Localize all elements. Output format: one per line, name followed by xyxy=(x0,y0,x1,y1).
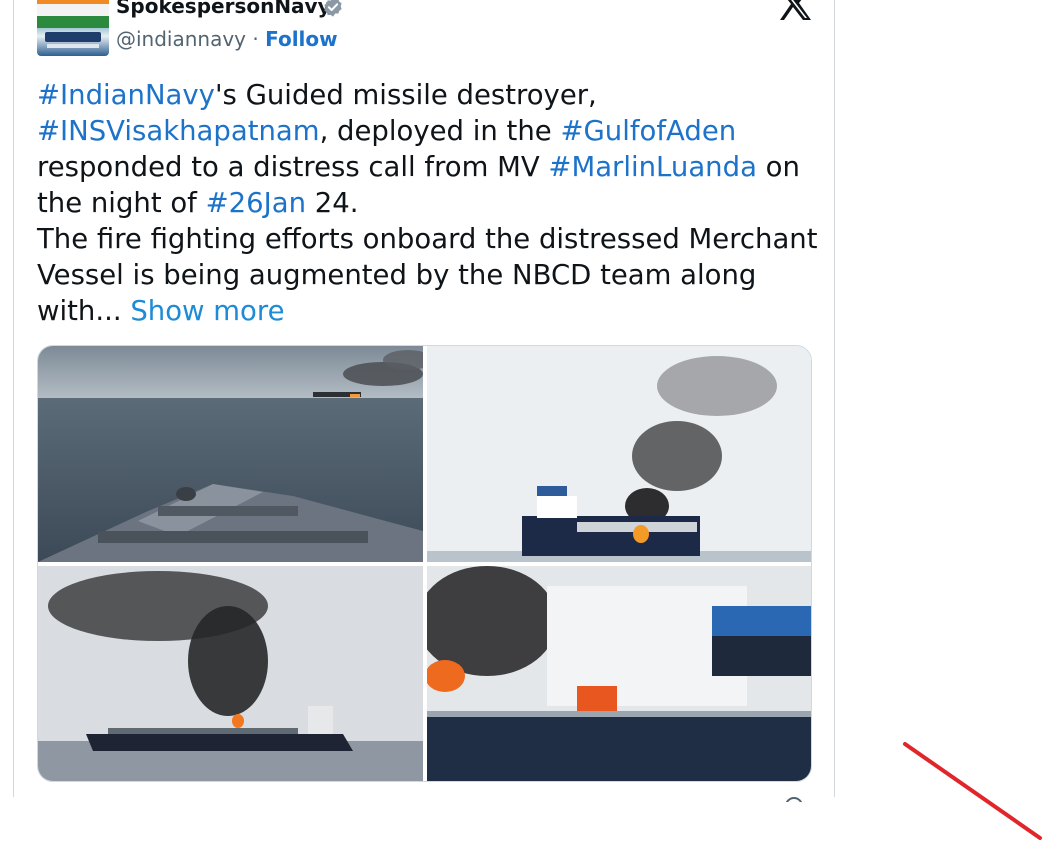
tweet-text-segment: the night of xyxy=(37,187,206,219)
follow-button[interactable]: Follow xyxy=(265,27,338,51)
hashtag-link[interactable]: #IndianNavy xyxy=(37,79,215,111)
screenshot-page: SpokespersonNavy @indiannavy · Follow #I… xyxy=(0,0,1043,842)
hashtag-link[interactable]: #INSVisakhapatnam xyxy=(37,115,320,147)
handle-separator: · xyxy=(246,27,266,51)
tweet-line: Vessel is being augmented by the NBCD te… xyxy=(37,257,817,293)
avatar-ship-icon xyxy=(45,32,101,42)
verified-badge-icon xyxy=(324,0,342,17)
media-grid xyxy=(37,345,812,782)
author-avatar[interactable] xyxy=(37,0,109,56)
author-handle-line: @indiannavy · Follow xyxy=(116,27,338,51)
author-display-name[interactable]: SpokespersonNavy xyxy=(116,0,331,18)
tweet-text-segment: , deployed in the xyxy=(319,115,561,147)
photo-tanker-fire-wide[interactable] xyxy=(38,566,423,781)
avatar-caption xyxy=(47,44,99,48)
tweet-text: #IndianNavy's Guided missile destroyer, … xyxy=(37,77,818,329)
show-more-link[interactable]: Show more xyxy=(130,295,284,327)
photo-ship-bow-distant-smoke[interactable] xyxy=(38,346,423,562)
tweet-last-line: with... Show more xyxy=(37,293,817,329)
hashtag-link[interactable]: #26Jan xyxy=(206,187,306,219)
hashtag-link[interactable]: #MarlinLuanda xyxy=(548,151,757,183)
tweet-text-segment: The fire fighting efforts onboard the di… xyxy=(37,223,818,255)
tweet-line: the night of #26Jan 24. xyxy=(37,185,817,221)
tweet-line: The fire fighting efforts onboard the di… xyxy=(37,221,818,257)
x-logo-icon[interactable] xyxy=(778,0,812,20)
grok-icon-partial xyxy=(785,797,803,802)
tweet-truncated-text: with... xyxy=(37,295,131,327)
tweet-text-segment: 's Guided missile destroyer, xyxy=(214,79,597,111)
hashtag-link[interactable]: #GulfofAden xyxy=(560,115,736,147)
author-handle[interactable]: @indiannavy xyxy=(116,27,246,51)
tweet-line: #IndianNavy's Guided missile destroyer, xyxy=(37,77,817,113)
avatar-flag-white xyxy=(37,4,109,16)
tweet-line: #INSVisakhapatnam, deployed in the #Gulf… xyxy=(37,113,817,149)
tweet-line: responded to a distress call from MV #Ma… xyxy=(37,149,817,185)
tweet-text-segment: 24. xyxy=(306,187,359,219)
tweet-text-segment: Vessel is being augmented by the NBCD te… xyxy=(37,259,757,291)
avatar-flag-green xyxy=(37,16,109,28)
photo-tanker-fire-close[interactable] xyxy=(427,346,811,562)
screenshot-bottom-whitespace xyxy=(0,797,1043,842)
tweet-text-segment: on xyxy=(756,151,800,183)
photo-tanker-superstructure-fire[interactable] xyxy=(427,566,811,781)
tweet-text-segment: responded to a distress call from MV xyxy=(37,151,549,183)
